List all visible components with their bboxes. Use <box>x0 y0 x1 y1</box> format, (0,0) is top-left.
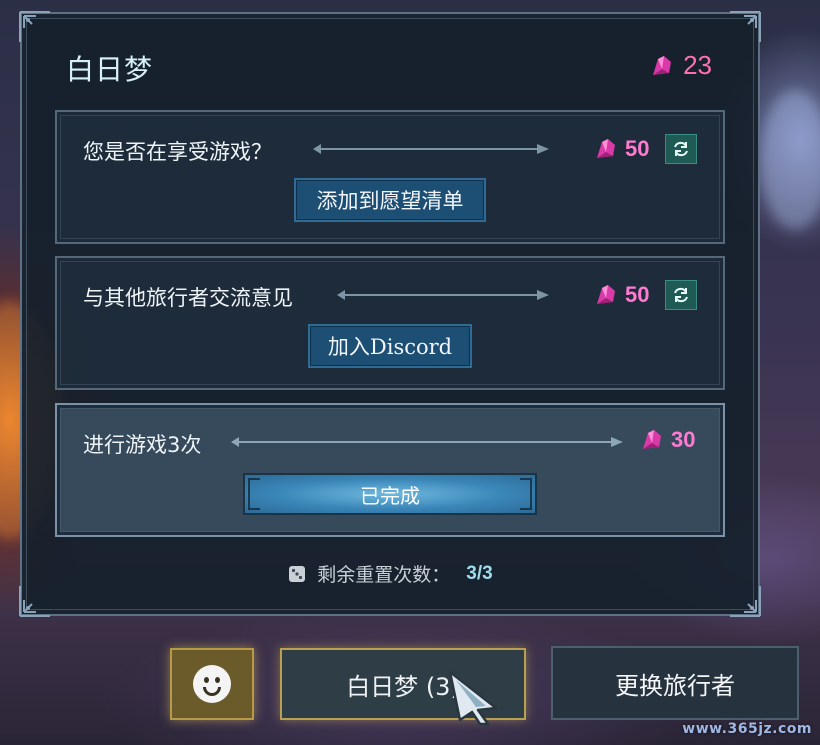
progress-arrow-icon <box>229 435 625 449</box>
completed-button: 已完成 <box>243 473 537 515</box>
corner-ornament-icon <box>728 10 762 44</box>
task-label: 您是否在享受游戏？ <box>83 140 272 164</box>
mouse-cursor-icon <box>446 668 502 726</box>
smiley-face-icon <box>193 665 231 703</box>
refresh-task-button[interactable] <box>665 280 698 310</box>
task-card: 与其他旅行者交流意见 50 加入Discord <box>55 256 725 390</box>
task-label: 进行游戏3次 <box>83 433 202 457</box>
dice-icon <box>289 565 306 582</box>
pink-crystal-icon <box>593 136 619 162</box>
corner-ornament-icon <box>18 584 52 618</box>
currency-amount: 23 <box>683 50 712 80</box>
progress-arrow-icon <box>335 288 551 302</box>
panel-title: 白日梦 <box>66 53 154 86</box>
task-label: 与其他旅行者交流意见 <box>83 286 293 310</box>
reset-label: 剩余重置次数： <box>317 564 451 586</box>
watermark-text: www.365jz.com <box>682 721 812 737</box>
add-to-wishlist-button[interactable]: 添加到愿望清单 <box>294 178 486 222</box>
corner-ornament-icon <box>728 584 762 618</box>
pink-crystal-icon <box>639 427 665 453</box>
join-discord-button[interactable]: 加入Discord <box>308 324 472 368</box>
blue-flower-glow <box>760 90 820 230</box>
swap-traveler-button[interactable]: 更换旅行者 <box>551 646 799 720</box>
task-reward: 30 <box>639 427 695 453</box>
reset-counter: 剩余重置次数： 3/3 <box>22 560 758 587</box>
progress-arrow-icon <box>311 142 551 156</box>
pink-crystal-icon <box>649 53 675 79</box>
task-card: 您是否在享受游戏？ 50 添加到愿望清单 <box>55 110 725 244</box>
task-reward: 50 <box>593 134 698 164</box>
emote-button[interactable] <box>170 648 254 720</box>
task-reward: 50 <box>593 280 698 310</box>
refresh-task-button[interactable] <box>665 134 698 164</box>
reward-amount: 50 <box>625 136 650 161</box>
pink-crystal-icon <box>593 282 619 308</box>
corner-ornament-icon <box>18 10 52 44</box>
task-card-completed: 进行游戏3次 30 已完成 <box>55 403 725 537</box>
refresh-icon <box>674 141 689 157</box>
reset-count: 3/3 <box>466 562 493 584</box>
daydream-panel: 白日梦 23 您是否在享受游戏？ 50 添加到愿望清单 与其他旅行者交流意见 5… <box>18 10 762 618</box>
refresh-icon <box>674 287 689 303</box>
currency-display: 23 <box>649 50 712 81</box>
reward-amount: 30 <box>671 427 696 452</box>
reward-amount: 50 <box>625 282 650 307</box>
